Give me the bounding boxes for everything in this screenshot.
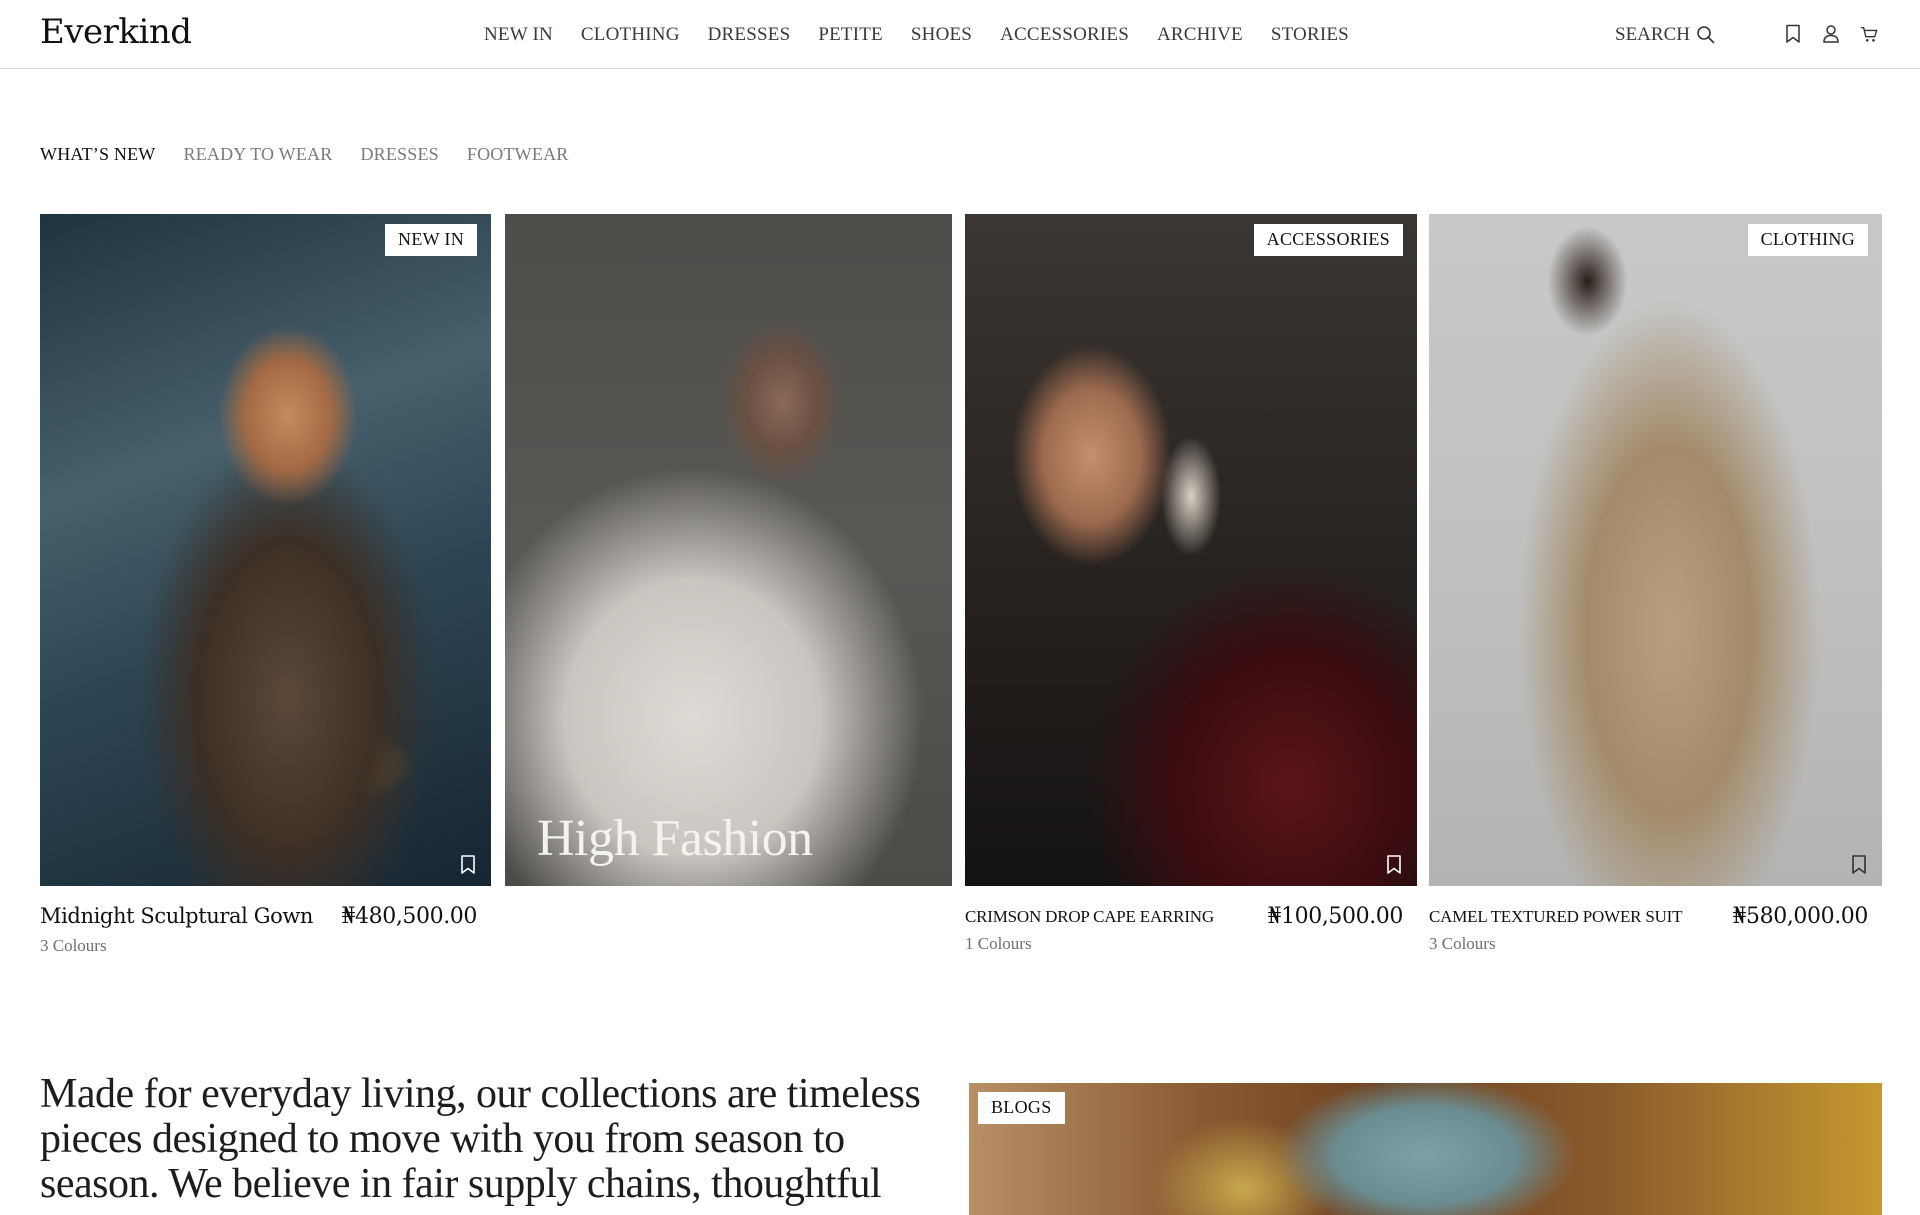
product-image: [40, 214, 491, 886]
about-statement: Made for everyday living, our collection…: [40, 1071, 921, 1207]
brand-logo[interactable]: Everkind: [40, 12, 192, 52]
product-name[interactable]: CRIMSON DROP CAPE EARRING: [965, 907, 1214, 927]
bookmark-icon[interactable]: [1784, 24, 1802, 44]
product-card-suit[interactable]: CLOTHING: [1429, 214, 1882, 886]
nav-accessories[interactable]: ACCESSORIES: [1000, 24, 1129, 46]
promo-image: [505, 214, 952, 886]
tab-whats-new[interactable]: WHAT’S NEW: [40, 144, 155, 165]
product-colours: 3 Colours: [1429, 934, 1496, 953]
tab-dresses[interactable]: DRESSES: [360, 144, 438, 165]
product-colours: 1 Colours: [965, 934, 1032, 953]
nav-clothing[interactable]: CLOTHING: [581, 24, 680, 46]
product-image: [1429, 214, 1882, 886]
bookmark-icon[interactable]: [1385, 854, 1403, 876]
product-card-earring[interactable]: ACCESSORIES: [965, 214, 1417, 886]
category-badge: CLOTHING: [1747, 224, 1868, 256]
product-image: [965, 214, 1417, 886]
header-actions: [1784, 24, 1878, 44]
nav-new-in[interactable]: NEW IN: [484, 24, 553, 46]
search-button[interactable]: SEARCH: [1615, 24, 1716, 46]
product-price: ₦480,500.00: [341, 904, 477, 929]
promo-card-high-fashion[interactable]: High Fashion: [505, 214, 952, 886]
product-price: ₦580,000.00: [1732, 904, 1868, 929]
blog-badge: BLOGS: [978, 1092, 1065, 1124]
bookmark-icon[interactable]: [459, 854, 477, 876]
search-label: SEARCH: [1615, 24, 1690, 45]
product-colours: 3 Colours: [40, 936, 107, 955]
main-nav: NEW IN CLOTHING DRESSES PETITE SHOES ACC…: [484, 24, 1349, 46]
category-badge: ACCESSORIES: [1253, 224, 1403, 256]
site-header: Everkind NEW IN CLOTHING DRESSES PETITE …: [0, 0, 1920, 69]
blog-card[interactable]: BLOGS: [969, 1083, 1882, 1215]
nav-archive[interactable]: ARCHIVE: [1157, 24, 1243, 46]
tab-footwear[interactable]: FOOTWEAR: [467, 144, 569, 165]
promo-title: High Fashion: [537, 810, 813, 867]
search-icon: [1697, 26, 1715, 44]
product-price: ₦100,500.00: [1267, 904, 1403, 929]
cart-icon[interactable]: [1860, 24, 1878, 44]
category-tabs: WHAT’S NEW READY TO WEAR DRESSES FOOTWEA…: [40, 144, 568, 165]
nav-petite[interactable]: PETITE: [818, 24, 883, 46]
category-badge: NEW IN: [385, 224, 477, 256]
nav-stories[interactable]: STORIES: [1271, 24, 1349, 46]
tab-ready-to-wear[interactable]: READY TO WEAR: [183, 144, 332, 165]
bookmark-icon[interactable]: [1850, 854, 1868, 876]
nav-shoes[interactable]: SHOES: [911, 24, 972, 46]
product-name[interactable]: Midnight Sculptural Gown: [40, 904, 313, 928]
product-card-gown[interactable]: NEW IN: [40, 214, 491, 886]
nav-dresses[interactable]: DRESSES: [708, 24, 791, 46]
product-name[interactable]: CAMEL TEXTURED POWER SUIT: [1429, 907, 1682, 927]
user-icon[interactable]: [1822, 24, 1840, 44]
